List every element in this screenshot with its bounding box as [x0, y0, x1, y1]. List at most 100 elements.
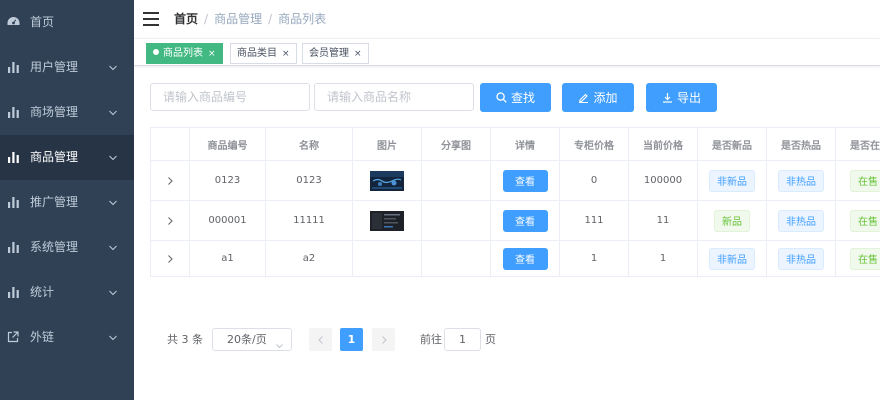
cell-current-price: 100000	[629, 161, 698, 200]
cell-product-code: 0123	[190, 161, 266, 200]
cell-detail: 查看	[491, 201, 560, 240]
cell-is-hot: 非热品	[767, 201, 836, 240]
cell-on-sale: 在售	[836, 161, 880, 200]
cell-current-price: 1	[629, 241, 698, 276]
product-thumbnail[interactable]	[370, 210, 404, 231]
cell-image	[353, 201, 422, 240]
table-header-cell: 专柜价格	[560, 128, 629, 160]
cell-is-new: 非新品	[698, 161, 767, 200]
cell-image	[353, 161, 422, 200]
cell-product-name: 0123	[266, 161, 353, 200]
expand-chevron-icon[interactable]	[150, 201, 190, 240]
tag-label: 会员管理	[309, 48, 349, 59]
tag-product-list[interactable]: 商品列表 ×	[146, 43, 223, 64]
export-button-label: 导出	[676, 91, 701, 105]
breadcrumb-product-management[interactable]: 商品管理	[214, 12, 262, 26]
view-detail-button[interactable]: 查看	[502, 247, 548, 270]
add-button[interactable]: 添加	[562, 83, 634, 112]
cell-product-code: a1	[190, 241, 266, 276]
expand-chevron-icon[interactable]	[150, 161, 190, 200]
dashboard-icon	[6, 15, 20, 29]
page-size-value: 20条/页	[227, 333, 267, 346]
table-header-cell: 分享图	[422, 128, 491, 160]
sidebar-item-system-management[interactable]: 系统管理	[0, 225, 134, 270]
hamburger-menu-icon[interactable]	[143, 12, 159, 26]
sidebar-item-external-links[interactable]: 外链	[0, 315, 134, 360]
pagination-total: 共 3 条	[167, 333, 203, 346]
goto-page-input[interactable]: 1	[444, 328, 481, 351]
product-table: 商品编号 名称 图片 分享图 详情 专柜价格 当前价格 是否新品 是否热品 是否…	[150, 127, 880, 277]
cell-on-sale: 在售	[836, 201, 880, 240]
add-button-label: 添加	[593, 91, 618, 105]
cell-product-name: a2	[266, 241, 353, 276]
chart-icon	[6, 60, 20, 74]
chevron-down-icon	[108, 242, 118, 252]
sidebar-item-product-management[interactable]: 商品管理	[0, 135, 134, 180]
status-badge: 在售	[850, 209, 880, 232]
next-page-button[interactable]	[372, 328, 395, 351]
sidebar-item-label: 首页	[30, 15, 55, 29]
chart-icon	[6, 240, 20, 254]
cell-product-name: 11111	[266, 201, 353, 240]
search-button[interactable]: 查找	[480, 83, 551, 112]
table-header-cell	[150, 128, 190, 160]
goto-prefix: 前往	[420, 333, 442, 346]
table-row: a1 a2 查看 1 1 非新品 非热品 在售	[150, 241, 880, 277]
product-name-input[interactable]: 请输入商品名称	[314, 83, 474, 111]
table-header-cell: 图片	[353, 128, 422, 160]
chevron-down-icon	[108, 62, 118, 72]
cell-counter-price: 0	[560, 161, 629, 200]
view-detail-button[interactable]: 查看	[502, 169, 548, 192]
close-icon[interactable]: ×	[282, 49, 290, 59]
cell-product-code: 000001	[190, 201, 266, 240]
cell-detail: 查看	[491, 241, 560, 276]
search-button-label: 查找	[510, 91, 535, 105]
product-thumbnail[interactable]	[370, 170, 404, 191]
view-detail-button[interactable]: 查看	[502, 209, 548, 232]
cell-counter-price: 111	[560, 201, 629, 240]
chevron-down-icon	[108, 107, 118, 117]
sidebar-item-home[interactable]: 首页	[0, 0, 134, 45]
export-button[interactable]: 导出	[646, 83, 717, 112]
sidebar-item-promotion-management[interactable]: 推广管理	[0, 180, 134, 225]
tag-product-category[interactable]: 商品类目 ×	[230, 43, 297, 64]
cell-counter-price: 1	[560, 241, 629, 276]
table-row: 0123 0123 查看 0 100000 非新品 非热品 在售	[150, 161, 880, 201]
status-badge: 非热品	[778, 169, 824, 192]
search-icon	[496, 92, 507, 103]
sidebar-item-user-management[interactable]: 用户管理	[0, 45, 134, 90]
page-size-select[interactable]: 20条/页	[212, 328, 292, 351]
sidebar-item-mall-management[interactable]: 商场管理	[0, 90, 134, 135]
sidebar-item-label: 商场管理	[30, 105, 79, 119]
table-header-cell: 是否在售	[836, 128, 880, 160]
status-badge: 非新品	[709, 247, 755, 270]
cell-share-image	[422, 161, 491, 200]
tag-member-management[interactable]: 会员管理 ×	[302, 43, 369, 64]
table-header-row: 商品编号 名称 图片 分享图 详情 专柜价格 当前价格 是否新品 是否热品 是否…	[150, 128, 880, 161]
breadcrumb-home[interactable]: 首页	[174, 12, 198, 26]
sidebar-item-label: 商品管理	[30, 150, 79, 164]
tag-label: 商品类目	[237, 48, 277, 59]
close-icon[interactable]: ×	[354, 49, 362, 59]
cell-share-image	[422, 201, 491, 240]
table-header-cell: 名称	[266, 128, 353, 160]
sidebar-item-statistics[interactable]: 统计	[0, 270, 134, 315]
product-code-input[interactable]: 请输入商品编号	[150, 83, 310, 111]
breadcrumb: 首页 / 商品管理 / 商品列表	[174, 0, 326, 38]
status-badge: 非热品	[778, 247, 824, 270]
close-icon[interactable]: ×	[208, 49, 216, 59]
table-header-cell: 商品编号	[190, 128, 266, 160]
cell-share-image	[422, 241, 491, 276]
status-badge: 非热品	[778, 209, 824, 232]
sidebar: 首页 用户管理 商场管理 商品管理 推广管理 系统管理 统计 外链	[0, 0, 134, 400]
table-header-cell: 是否热品	[767, 128, 836, 160]
chart-icon	[6, 195, 20, 209]
breadcrumb-separator: /	[268, 12, 273, 26]
tag-label: 商品列表	[163, 48, 203, 59]
table-header-cell: 详情	[491, 128, 560, 160]
cell-is-new: 新品	[698, 201, 767, 240]
expand-chevron-icon[interactable]	[150, 241, 190, 276]
status-badge: 新品	[714, 209, 750, 232]
page-number-button[interactable]: 1	[340, 328, 363, 351]
prev-page-button[interactable]	[309, 328, 332, 351]
